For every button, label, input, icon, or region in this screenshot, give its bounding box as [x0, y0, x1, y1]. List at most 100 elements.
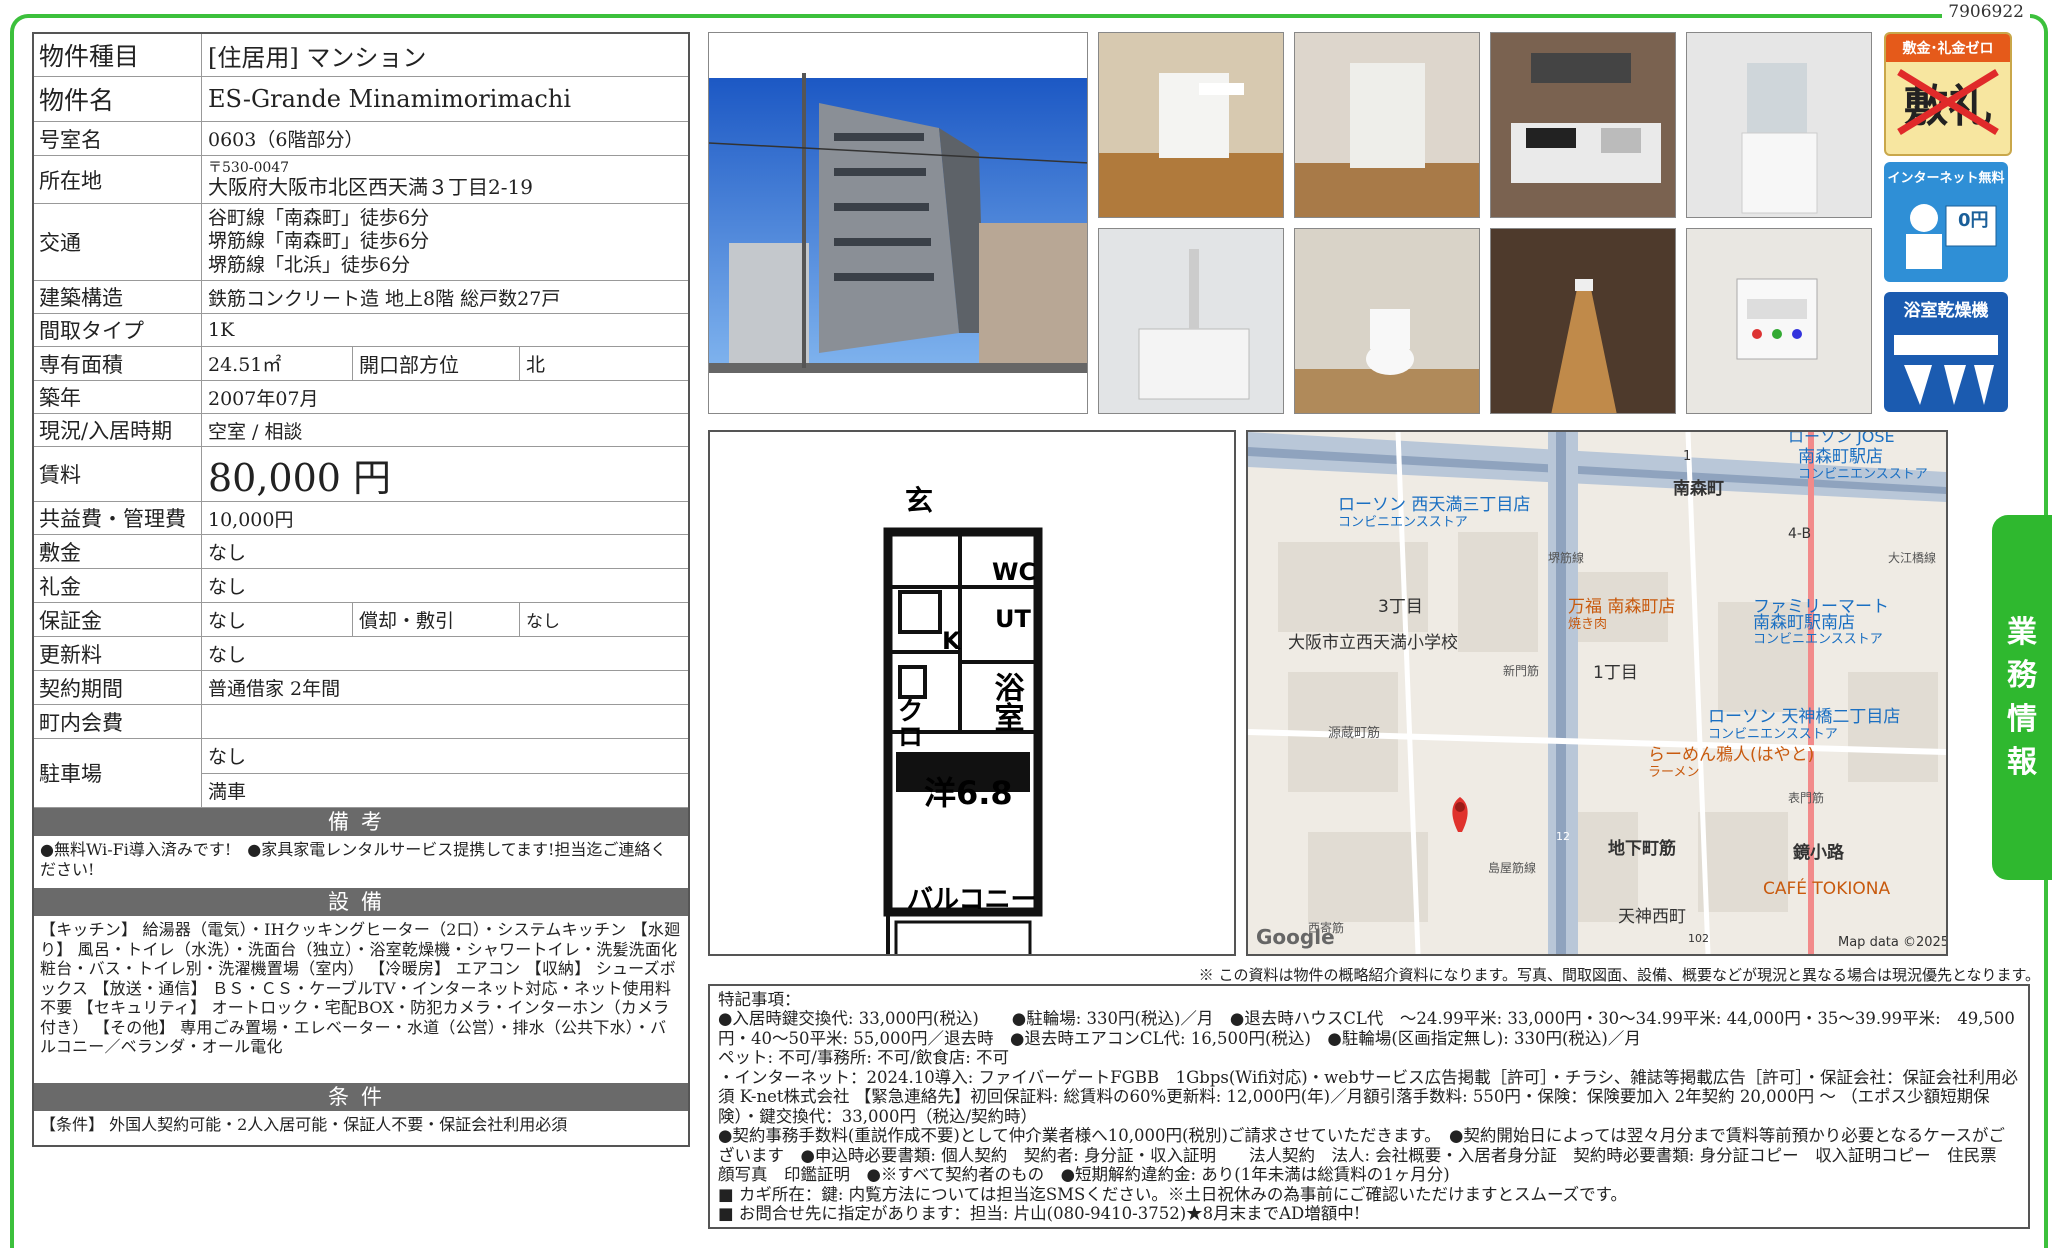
map-genzo: 源蔵町筋: [1328, 725, 1380, 741]
name-value: ES-Grande Minamimorimachi: [208, 85, 571, 113]
floor-plan: 玄 WC UT K 浴室 クロ 洋6.8 バルコニー: [708, 430, 1236, 972]
google-logo: Google: [1256, 925, 1335, 949]
business-info-tab-label: 業務情報: [2007, 611, 2037, 785]
map-banka-sub: 焼き肉: [1568, 617, 1607, 632]
map-data-credit: Map data ©2025: [1838, 935, 1946, 950]
kitchen-photo[interactable]: [1490, 32, 1676, 218]
side-tab-char: 情: [2007, 701, 2037, 737]
map-exit4b: 4-B: [1788, 526, 1811, 542]
map-road12: 12: [1556, 830, 1570, 843]
address-value: 大阪府大阪市北区西天満３丁目2-19: [208, 175, 533, 200]
address-label: 所在地: [34, 156, 202, 203]
rent-value: 80,000 円: [208, 455, 392, 500]
key-money-label: 礼金: [34, 569, 202, 602]
remarks-heading: 備考: [34, 808, 688, 836]
postal-code: 〒530-0047: [208, 159, 290, 176]
status-label: 現況/入居時期: [34, 414, 202, 446]
conditions-heading: 条件: [34, 1083, 688, 1111]
wc-label: WC: [992, 558, 1036, 586]
room-label: 号室名: [34, 122, 202, 155]
parking-label: 駐車場: [34, 739, 202, 807]
special-heading: 特記事項：: [718, 990, 801, 1009]
map-ramen: らーめん鴉人(はやと): [1648, 745, 1814, 765]
type-label: 物件種目: [34, 34, 202, 76]
kitchen-label: K: [942, 627, 962, 655]
map-tenjin: 天神西町: [1618, 907, 1686, 927]
business-info-tab[interactable]: 業務情報: [1992, 515, 2052, 880]
laptop-person-icon: [1906, 204, 1997, 269]
type-value: [住居用] マンション: [208, 43, 427, 72]
parking-cell: なし 満車: [202, 739, 688, 807]
town-fee-label: 町内会費: [34, 705, 202, 738]
built-label: 築年: [34, 381, 202, 413]
layout-label: 間取タイプ: [34, 314, 202, 346]
laundry-icon: [1894, 335, 1998, 405]
map-station-top: ローソン JOSE: [1788, 432, 1895, 446]
conditions-text: 【条件】 外国人契約可能・2人入居可能・保証人不要・保証会社利用必須: [40, 1115, 568, 1134]
map-lawson2: ローソン 天神橋二丁目店: [1708, 707, 1900, 727]
layout-value: 1K: [208, 319, 235, 341]
cross-out-icon: [1897, 69, 1999, 135]
map-cafe: CAFÉ TOKIONA: [1763, 877, 1890, 899]
name-label: 物件名: [34, 77, 202, 121]
area-value: 24.51㎡: [208, 354, 282, 376]
special-line: ■ カギ所在：鍵: 内覧方法については担当迄SMSください。※土日祝休みの為事前…: [718, 1184, 1628, 1204]
renewal-value: なし: [208, 644, 247, 666]
map-shinmichi: 新門筋: [1503, 663, 1539, 678]
map-famima2: 南森町駅南店: [1753, 613, 1855, 633]
side-tab-char: 業: [2007, 614, 2037, 650]
free-internet-price: 0円: [1958, 210, 1989, 231]
equipment-text: 【キッチン】 給湯器（電気）・IHクッキングヒーター（2口）・システムキッチン …: [40, 920, 681, 1057]
map-oe: 大江橋線: [1888, 550, 1936, 565]
special-line: ■ お問合せ先に指定があります：担当: 片山(080-9410-3752)★8月…: [718, 1204, 1361, 1224]
location-map[interactable]: ローソン 西天満三丁目店 コンビニエンスストア ローソン JOSE 南森町駅店 …: [1246, 430, 1948, 956]
photo-gallery: 敷金･礼金ゼロ 敷礼 インターネット無料 0円 浴室乾燥機: [708, 32, 2012, 416]
room-photo[interactable]: [1098, 32, 1284, 218]
toilet-photo[interactable]: [1294, 228, 1480, 414]
fee-value: 10,000円: [208, 508, 294, 531]
guarantee-value: なし: [208, 610, 247, 632]
closet-label: クロ: [893, 697, 923, 749]
washroom-photo[interactable]: [1686, 32, 1872, 218]
room-value: 0603（6階部分）: [208, 129, 364, 151]
map-lawson2-sub: コンビニエンスストア: [1708, 727, 1838, 742]
transit-list: 谷町線「南森町」徒歩6分 堺筋線「南森町」徒歩6分 堺筋線「北浜」徒歩6分: [202, 204, 688, 280]
rent-label: 賃料: [34, 447, 202, 501]
map-banka: 万福 南森町店: [1568, 597, 1675, 617]
bath-dryer-badge: 浴室乾燥機: [1884, 292, 2008, 412]
parking-status: 満車: [208, 780, 247, 803]
deposit-value: なし: [208, 542, 247, 564]
map-station-sub: コンビニエンスストア: [1798, 467, 1928, 482]
building-photo[interactable]: [708, 32, 1088, 414]
hallway-photo[interactable]: [1490, 228, 1676, 414]
genkan-label: 玄: [905, 484, 933, 517]
direction-value: 北: [526, 354, 546, 376]
equipment-heading: 設備: [34, 888, 688, 916]
map-road102: 102: [1688, 932, 1709, 945]
special-line: ・インターネット：2024.10導入: ファイバーゲートFGBB 1Gbps(W…: [718, 1067, 2018, 1126]
map-omote: 表門筋: [1788, 790, 1824, 805]
no-deposit-title: 敷金･礼金ゼロ: [1886, 34, 2010, 62]
control-panel-photo[interactable]: [1686, 228, 1872, 414]
room-photo[interactable]: [1294, 32, 1480, 218]
fee-label: 共益費・管理費: [34, 502, 202, 534]
renewal-label: 更新料: [34, 637, 202, 670]
no-deposit-badge: 敷金･礼金ゼロ 敷礼: [1884, 32, 2012, 156]
map-chome1: 1丁目: [1593, 663, 1638, 683]
bath-dryer-title: 浴室乾燥機: [1903, 301, 1989, 321]
property-table: 物件種目 [住居用] マンション 物件名 ES-Grande Minamimor…: [32, 32, 690, 1147]
map-school: 大阪市立西天満小学校: [1288, 633, 1458, 653]
side-tab-char: 務: [2007, 658, 2037, 693]
deposit-label: 敷金: [34, 535, 202, 568]
special-notes: 特記事項： ●入居時鍵交換代: 33,000円(税込) ●駐輪場: 330円(税…: [708, 984, 2030, 1229]
built-value: 2007年07月: [208, 387, 319, 410]
bathroom-photo[interactable]: [1098, 228, 1284, 414]
map-lawson1: ローソン 西天満三丁目店: [1338, 495, 1530, 515]
status-value: 空室 / 相談: [208, 420, 303, 443]
contract-value: 普通借家 2年間: [208, 678, 341, 700]
contract-label: 契約期間: [34, 671, 202, 704]
key-money-value: なし: [208, 576, 247, 598]
map-chome3: 3丁目: [1378, 597, 1423, 617]
map-road-name: 島屋筋線: [1488, 860, 1536, 875]
map-station: 南森町駅店: [1798, 447, 1883, 467]
